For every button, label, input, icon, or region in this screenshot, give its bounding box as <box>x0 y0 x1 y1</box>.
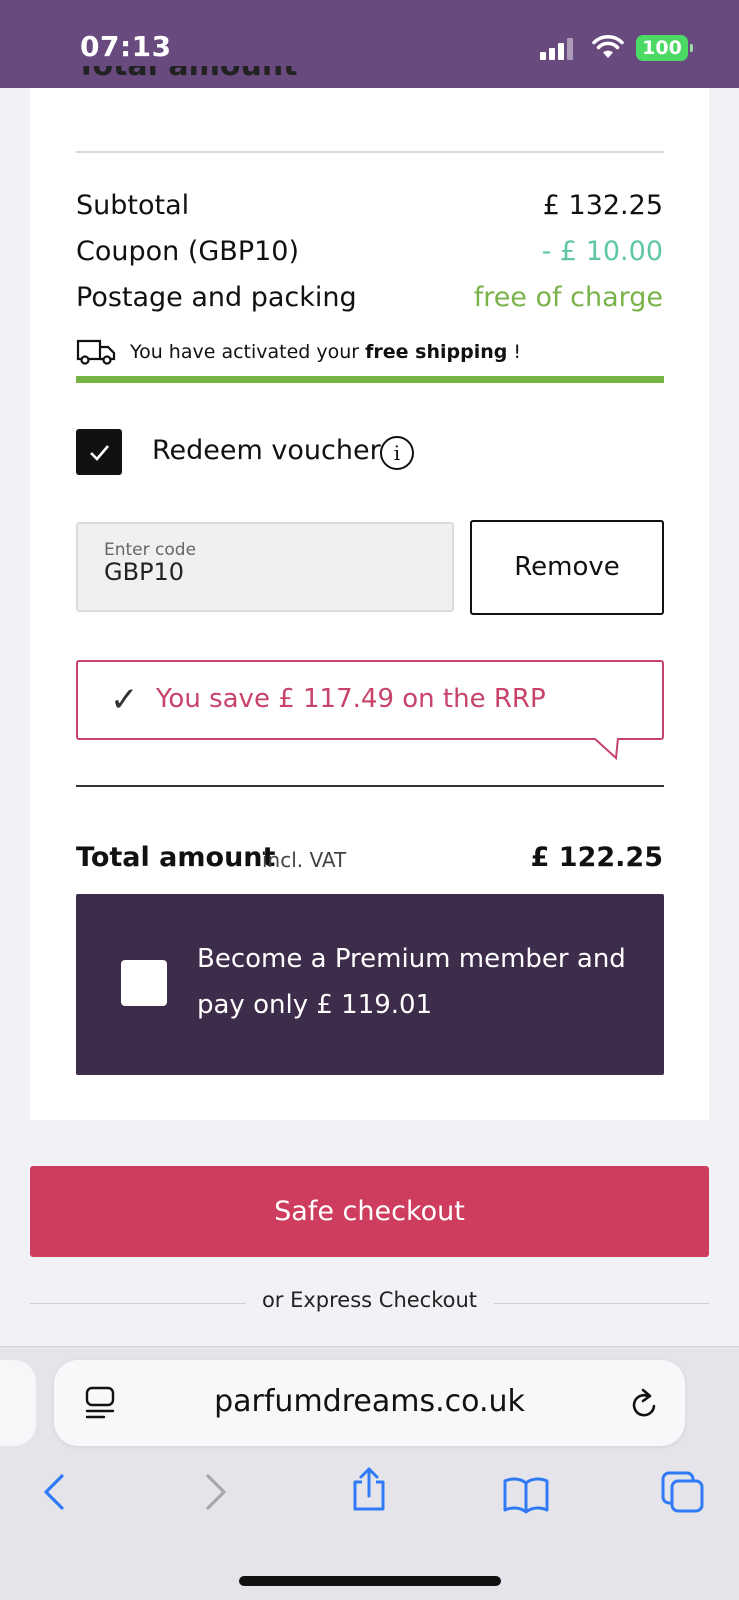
total-amount-value: £ 122.25 <box>530 842 663 873</box>
divider <box>76 785 664 787</box>
delivery-truck-icon <box>76 339 116 365</box>
subtotal-label: Subtotal <box>76 190 190 221</box>
shipping-note-suffix: ! <box>513 341 521 363</box>
premium-checkbox[interactable] <box>121 960 167 1006</box>
premium-membership-offer[interactable]: Become a Premium member and pay only £ 1… <box>76 894 664 1075</box>
coupon-label: Coupon (GBP10) <box>76 236 299 267</box>
savings-text: You save £ 117.49 on the RRP <box>156 684 546 714</box>
vat-note: incl. VAT <box>262 848 347 872</box>
home-indicator <box>239 1576 501 1586</box>
express-checkout-label[interactable]: or Express Checkout <box>0 1288 739 1312</box>
safe-checkout-button[interactable]: Safe checkout <box>30 1166 709 1257</box>
total-amount-label: Total amount <box>76 842 276 873</box>
address-bar[interactable]: parfumdreams.co.uk <box>54 1360 685 1446</box>
cellular-signal-icon <box>540 38 576 60</box>
free-shipping-progress-bar <box>76 376 664 383</box>
coupon-value: - £ 10.00 <box>541 236 663 267</box>
progress-fill <box>76 376 664 383</box>
forward-icon[interactable] <box>200 1472 230 1512</box>
voucher-code-value: GBP10 <box>104 558 185 586</box>
section-title-partial: Total amount <box>76 66 298 86</box>
tabs-icon[interactable] <box>660 1470 706 1514</box>
checkmark-icon: ✓ <box>110 680 139 720</box>
divider <box>76 151 664 153</box>
share-icon[interactable] <box>350 1466 388 1512</box>
voucher-code-input[interactable]: Enter code GBP10 <box>76 522 454 612</box>
postage-value: free of charge <box>473 282 663 313</box>
reload-icon[interactable] <box>628 1386 662 1422</box>
bookmarks-icon[interactable] <box>502 1476 550 1514</box>
remove-voucher-button[interactable]: Remove <box>470 520 664 615</box>
savings-callout: ✓ You save £ 117.49 on the RRP <box>76 660 664 740</box>
checkmark-icon <box>90 445 109 461</box>
free-shipping-note: You have activated your free shipping ! <box>76 335 521 369</box>
premium-offer-text: Become a Premium member and pay only £ 1… <box>197 944 626 1020</box>
callout-tail <box>594 738 619 760</box>
battery-icon: 100 <box>636 35 693 61</box>
shipping-note-text: You have activated your <box>130 341 360 363</box>
redeem-voucher-checkbox[interactable] <box>76 429 122 475</box>
postage-label: Postage and packing <box>76 282 357 313</box>
status-time: 07:13 <box>80 30 172 63</box>
url-text: parfumdreams.co.uk <box>214 1384 525 1419</box>
redeem-voucher-label[interactable]: Redeem voucher <box>152 435 381 466</box>
subtotal-value: £ 132.25 <box>542 190 663 221</box>
previous-tab-peek[interactable] <box>0 1360 36 1446</box>
info-icon[interactable]: i <box>380 436 414 470</box>
shipping-note-bold: free shipping <box>365 341 508 363</box>
wifi-icon <box>592 35 624 58</box>
voucher-code-placeholder: Enter code <box>104 540 197 560</box>
back-icon[interactable] <box>40 1472 70 1512</box>
